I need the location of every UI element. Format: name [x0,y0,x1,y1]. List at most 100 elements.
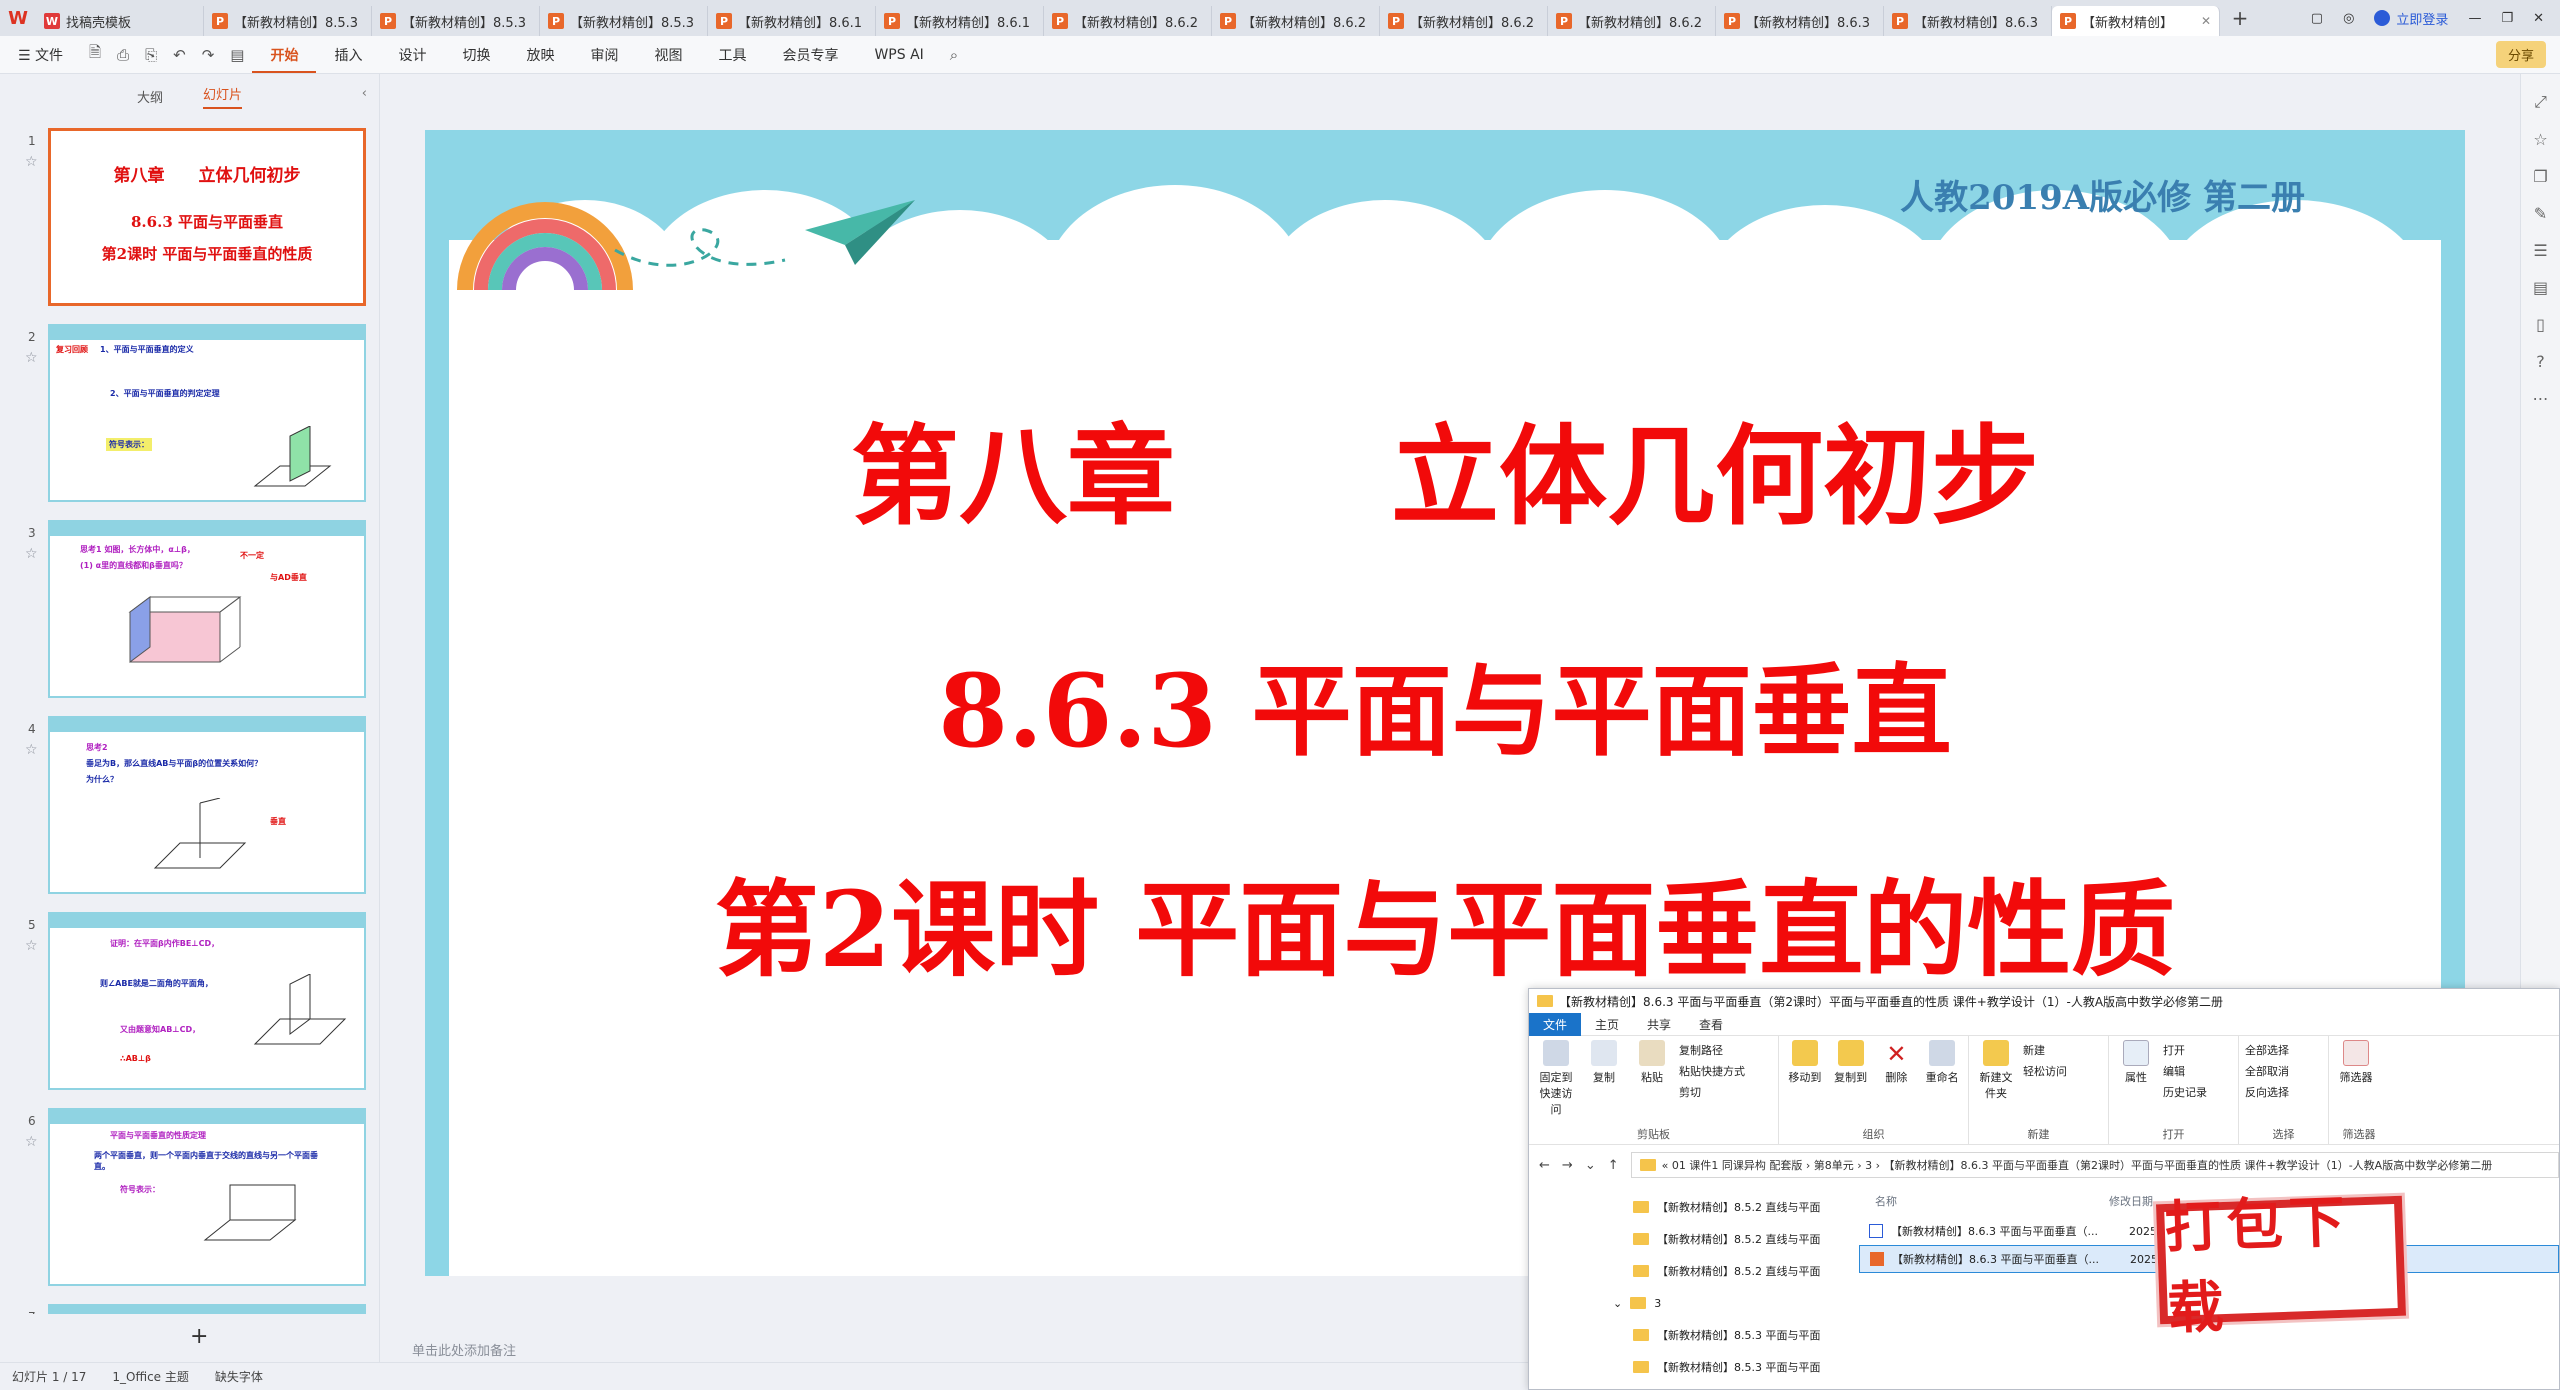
slide-thumb-row[interactable]: 3 ☆ 思考1 如图，长方体中，α⊥β， (1) α里的直线都和β垂直吗？ 不一… [0,520,380,700]
minimize-icon[interactable]: — [2468,11,2481,26]
explorer-tab-file[interactable]: 文件 [1529,1012,1582,1036]
star-icon[interactable]: ☆ [25,742,38,758]
slide-thumb-row[interactable]: 2 ☆ 复习回顾 1、平面与平面垂直的定义 2、平面与平面垂直的判定定理 符号表… [0,324,380,504]
copy-path-button[interactable]: 复制路径 [1679,1040,1745,1061]
menu-tools[interactable]: 工具 [700,45,764,65]
edit-button[interactable]: 编辑 [2163,1061,2207,1082]
menu-review[interactable]: 审阅 [572,45,636,65]
slide-thumb-row[interactable]: 7 [0,1304,380,1314]
col-name[interactable]: 名称 [1859,1193,2109,1209]
star-icon[interactable]: ☆ [25,1134,38,1150]
notes-placeholder[interactable]: 单击此处添加备注 [412,1340,516,1359]
share-button[interactable]: 分享 [2495,41,2546,68]
menu-design[interactable]: 设计 [380,45,444,65]
close-icon[interactable]: ✕ [2201,14,2211,28]
paste-shortcut-button[interactable]: 粘贴快捷方式 [1679,1061,1745,1082]
menu-member[interactable]: 会员专享 [764,45,856,65]
format-painter-icon[interactable]: ▤ [222,46,252,64]
new-tab-button[interactable]: + [2220,6,2260,30]
export-icon[interactable]: ⎙ [109,46,137,64]
tree-item[interactable]: ⌄ 3 [1529,1287,1839,1319]
slide-thumb-row[interactable]: 1 ☆ 第八章 立体几何初步 8.6.3 平面与平面垂直 第2课时 平面与平面垂… [0,128,380,308]
menu-insert[interactable]: 插入 [316,45,380,65]
delete-button[interactable]: ✕ 删除 [1877,1040,1917,1140]
print-icon[interactable]: ⎘ [137,46,165,64]
tab-doc[interactable]: P 【新教材精创】8.6.3 [1884,6,2052,36]
missing-font[interactable]: 缺失字体 [215,1368,263,1385]
explorer-tab-share[interactable]: 共享 [1633,1013,1685,1036]
menu-wps-ai[interactable]: WPS AI [856,47,941,63]
pin-button[interactable]: 固定到快速访问 [1535,1040,1577,1140]
slide-thumbnail[interactable]: 思考1 如图，长方体中，α⊥β， (1) α里的直线都和β垂直吗？ 不一定 与A… [48,520,366,698]
open-button[interactable]: 打开 [2163,1040,2207,1061]
login-button[interactable]: 立即登录 [2374,9,2448,28]
slide-thumb-row[interactable]: 6 ☆ 平面与平面垂直的性质定理 两个平面垂直，则一个平面内垂直于交线的直线与另… [0,1108,380,1288]
select-all-button[interactable]: 全部选择 [2245,1040,2289,1061]
search-icon[interactable]: ⌕ [942,46,966,64]
collapse-icon[interactable]: ‹ [362,86,367,101]
tools-icon[interactable]: ✎ [2521,204,2560,223]
tab-doc[interactable]: P 【新教材精创】8.5.3 [372,6,540,36]
layout-icon[interactable]: ▤ [2521,278,2560,297]
slide-thumbnail[interactable]: 证明：在平面β内作BE⊥CD， 则∠ABE就是二面角的平面角， 又由题意知AB⊥… [48,912,366,1090]
tab-outline[interactable]: 大纲 [137,87,163,106]
copy-icon[interactable]: ❐ [2521,167,2560,186]
menu-view[interactable]: 视图 [636,45,700,65]
tree-item[interactable]: 【新教材精创】8.5.3 平面与平面 [1529,1319,1839,1351]
menu-transition[interactable]: 切换 [444,45,508,65]
recent-icon[interactable]: ⌄ [1585,1158,1596,1173]
download-stamp-button[interactable]: 打包下载 [2155,1189,2407,1342]
expand-icon[interactable]: ⤢ [2521,92,2560,112]
star-icon[interactable]: ☆ [25,154,38,170]
slide-thumb-row[interactable]: 4 ☆ 思考2 垂足为B，那么直线AB与平面β的位置关系如何？ 为什么？ 垂直 [0,716,380,896]
slide-thumbnail[interactable]: 平面与平面垂直的性质定理 两个平面垂直，则一个平面内垂直于交线的直线与另一个平面… [48,1108,366,1286]
more-icon[interactable]: ⋯ [2521,389,2560,408]
explorer-tab-view[interactable]: 查看 [1685,1013,1737,1036]
tab-template[interactable]: W 找稿壳模板 [36,6,204,36]
restore-icon[interactable]: ❐ [2501,11,2513,26]
wps-logo-icon[interactable]: W [0,0,36,36]
copy-button[interactable]: 复制 [1583,1040,1625,1140]
easy-access-button[interactable]: 轻松访问 [2023,1061,2067,1082]
new-folder-button[interactable]: 新建文件夹 [1975,1040,2017,1140]
star-icon[interactable]: ☆ [25,350,38,366]
tab-doc[interactable]: P 【新教材精创】8.6.2 [1044,6,1212,36]
sliders-icon[interactable]: ☰ [2521,241,2560,260]
history-button[interactable]: 历史记录 [2163,1082,2207,1103]
slide-thumbnail[interactable]: 思考2 垂足为B，那么直线AB与平面β的位置关系如何？ 为什么？ 垂直 [48,716,366,894]
star-icon[interactable]: ☆ [25,546,38,562]
star-icon[interactable]: ☆ [25,938,38,954]
menu-home[interactable]: 开始 [252,45,317,73]
tab-doc[interactable]: P 【新教材精创】8.6.3 [1716,6,1884,36]
filter-button[interactable]: 筛选器 [2335,1040,2377,1140]
file-menu[interactable]: ☰ 文件 [0,45,81,65]
paste-button[interactable]: 粘贴 [1631,1040,1673,1140]
slide-thumbnail[interactable] [48,1304,366,1314]
select-none-button[interactable]: 全部取消 [2245,1061,2289,1082]
properties-button[interactable]: 属性 [2115,1040,2157,1140]
star-icon[interactable]: ☆ [2521,130,2560,149]
skin-icon[interactable]: ◎ [2343,11,2354,26]
explorer-tab-home[interactable]: 主页 [1581,1013,1633,1036]
save-icon[interactable]: 🗎 [81,42,109,67]
file-explorer-window[interactable]: 【新教材精创】8.6.3 平面与平面垂直（第2课时）平面与平面垂直的性质 课件+… [1528,988,2560,1390]
cut-button[interactable]: 剪切 [1679,1082,1745,1103]
tab-doc[interactable]: P 【新教材精创】8.5.3 [204,6,372,36]
help-icon[interactable]: ? [2521,352,2560,371]
slide-thumbnail[interactable]: 第八章 立体几何初步 8.6.3 平面与平面垂直 第2课时 平面与平面垂直的性质 [48,128,366,306]
rename-button[interactable]: 重命名 [1922,1040,1962,1140]
tree-item[interactable]: 【新教材精创】8.5.2 直线与平面 [1529,1191,1839,1223]
tree-item[interactable]: 【新教材精创】8.5.2 直线与平面 [1529,1255,1839,1287]
tab-doc[interactable]: P 【新教材精创】8.6.2 [1380,6,1548,36]
undo-icon[interactable]: ↶ [165,46,194,64]
col-date[interactable]: 修改日期 [2109,1193,2153,1209]
add-slide-button[interactable]: + [190,1324,208,1349]
book-icon[interactable]: ▯ [2521,315,2560,334]
tab-doc[interactable]: P 【新教材精创】8.5.3 [540,6,708,36]
window-icon[interactable]: ▢ [2311,11,2323,26]
tab-slides[interactable]: 幻灯片 [203,84,243,109]
theme-name[interactable]: 1_Office 主题 [112,1368,188,1385]
invert-selection-button[interactable]: 反向选择 [2245,1082,2289,1103]
redo-icon[interactable]: ↷ [194,46,223,64]
back-icon[interactable]: ← [1539,1158,1550,1173]
